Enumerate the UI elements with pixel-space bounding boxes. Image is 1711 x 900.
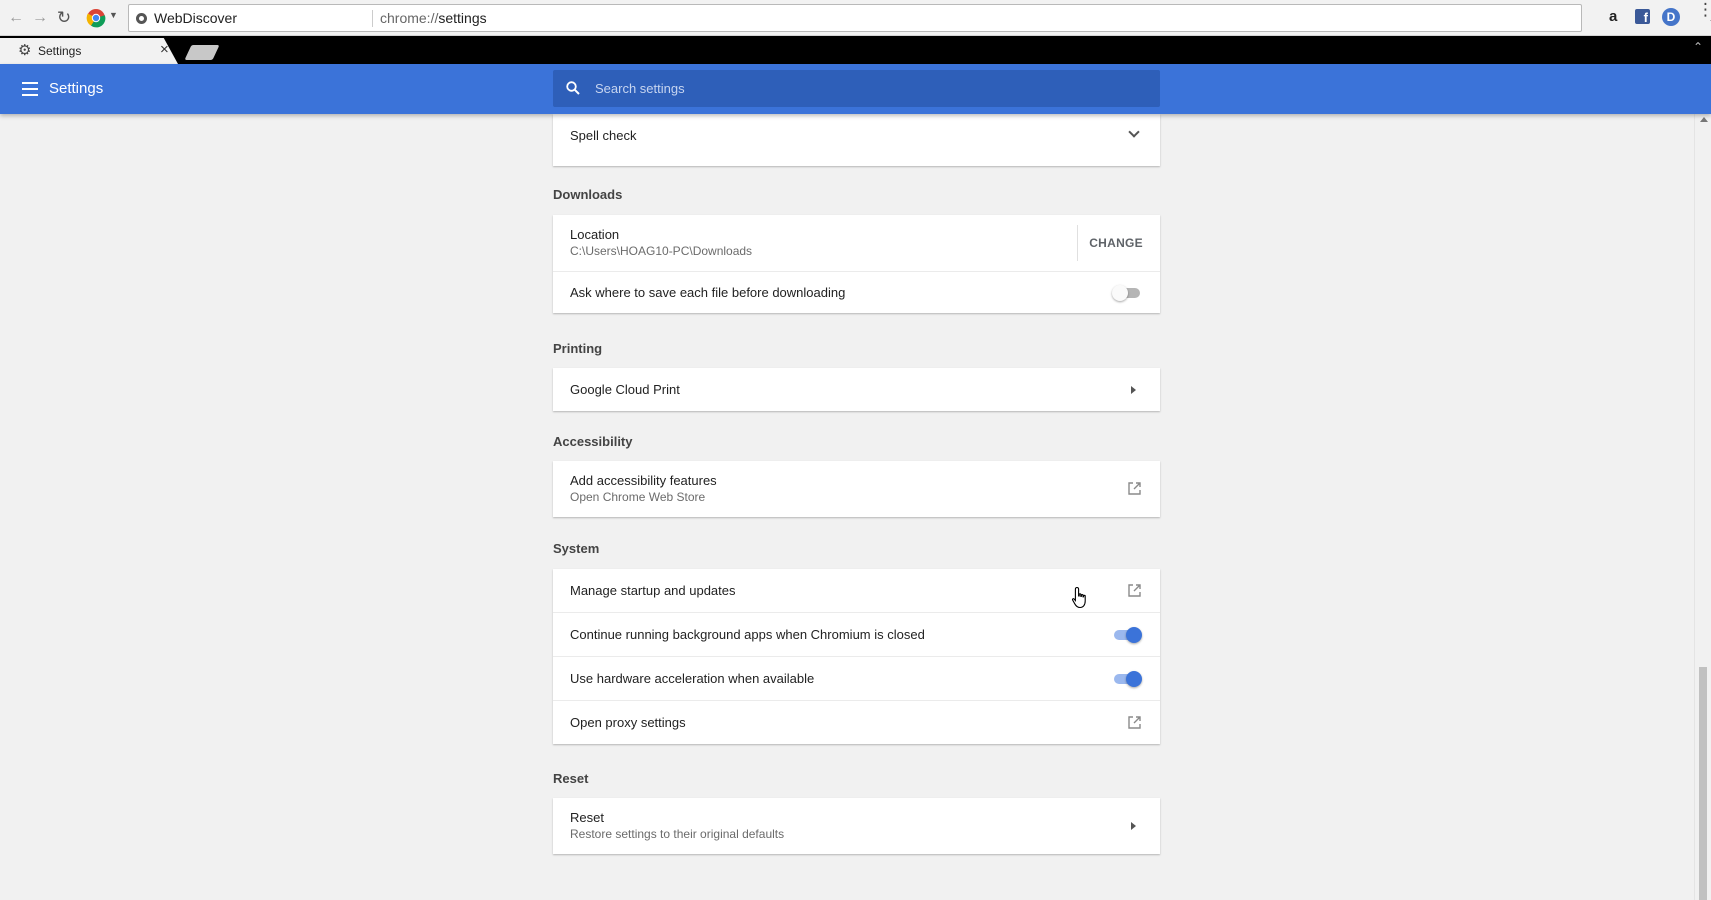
page-scrollbar[interactable]: [1694, 114, 1711, 900]
startup-label: Manage startup and updates: [570, 583, 736, 598]
proxy-row[interactable]: Open proxy settings: [553, 700, 1160, 744]
spellcheck-row[interactable]: Spell check: [553, 114, 1160, 166]
external-link-icon[interactable]: [1127, 583, 1142, 598]
background-apps-label: Continue running background apps when Ch…: [570, 627, 925, 642]
browser-menu-icon[interactable]: ⋮: [1697, 1, 1711, 18]
gear-icon: ⚙: [18, 42, 32, 59]
tab-strip: ⚙ Settings × ⌃: [0, 36, 1711, 64]
reset-section-title: Reset: [553, 771, 589, 786]
page-title: Settings: [49, 80, 104, 97]
add-accessibility-row[interactable]: Add accessibility features Open Chrome W…: [553, 461, 1160, 517]
facebook-extension-icon[interactable]: f: [1635, 9, 1650, 25]
location-row: Location C:\Users\HOAG10-PC\Downloads CH…: [553, 215, 1160, 271]
hand-cursor-icon: [1071, 586, 1086, 609]
site-info-icon[interactable]: [136, 13, 147, 24]
startup-row[interactable]: Manage startup and updates: [553, 569, 1160, 612]
system-section-title: System: [553, 541, 600, 556]
chrome-logo-icon[interactable]: [86, 8, 106, 28]
omnibox-divider: [372, 10, 373, 27]
hardware-acceleration-toggle[interactable]: [1112, 671, 1142, 687]
external-link-icon[interactable]: [1127, 715, 1142, 730]
reset-label: Reset: [570, 810, 604, 825]
printing-card: Google Cloud Print: [553, 368, 1160, 411]
tab-settings[interactable]: ⚙ Settings ×: [0, 38, 178, 64]
chevron-up-icon[interactable]: ⌃: [1693, 40, 1703, 54]
external-link-icon[interactable]: [1127, 481, 1142, 496]
url-scheme: chrome://: [380, 10, 439, 26]
arrow-right-icon: [1131, 822, 1136, 830]
chevron-down-icon[interactable]: [1128, 126, 1140, 138]
background-apps-row[interactable]: Continue running background apps when Ch…: [553, 612, 1160, 656]
downloads-card: Location C:\Users\HOAG10-PC\Downloads CH…: [553, 215, 1160, 313]
location-divider: [1077, 225, 1078, 261]
location-value: C:\Users\HOAG10-PC\Downloads: [570, 244, 753, 258]
add-accessibility-label: Add accessibility features: [570, 473, 717, 488]
arrow-right-icon: [1131, 386, 1136, 394]
background-apps-toggle[interactable]: [1112, 627, 1142, 643]
ask-download-label: Ask where to save each file before downl…: [570, 285, 846, 300]
settings-header: Settings: [0, 64, 1711, 114]
url-text[interactable]: chrome://settings: [380, 10, 487, 26]
location-label: Location: [570, 227, 620, 242]
reset-sub: Restore settings to their original defau…: [570, 827, 785, 841]
reload-icon[interactable]: ↻: [54, 8, 74, 28]
amazon-extension-icon[interactable]: a: [1609, 8, 1617, 25]
forward-arrow-icon[interactable]: →: [30, 8, 50, 28]
cloud-print-row[interactable]: Google Cloud Print: [553, 368, 1160, 411]
hardware-acceleration-label: Use hardware acceleration when available: [570, 671, 815, 686]
scrollbar-thumb[interactable]: [1699, 667, 1707, 900]
spellcheck-card: Spell check: [553, 114, 1160, 166]
chrome-menu-caret-icon[interactable]: ▼: [109, 10, 118, 20]
search-box[interactable]: [553, 70, 1160, 107]
system-card: Manage startup and updates Continue runn…: [553, 569, 1160, 744]
scroll-up-arrow-icon[interactable]: [1700, 117, 1708, 122]
proxy-label: Open proxy settings: [570, 715, 686, 730]
site-name: WebDiscover: [154, 10, 237, 26]
ask-download-toggle[interactable]: [1112, 285, 1142, 301]
new-tab-button[interactable]: [184, 45, 220, 60]
search-input[interactable]: [593, 70, 1143, 107]
cloud-print-label: Google Cloud Print: [570, 382, 680, 397]
accessibility-section-title: Accessibility: [553, 434, 633, 449]
search-icon: [566, 81, 580, 95]
reset-card: Reset Restore settings to their original…: [553, 798, 1160, 854]
url-path: settings: [438, 10, 487, 26]
accessibility-card: Add accessibility features Open Chrome W…: [553, 461, 1160, 517]
hamburger-menu-icon[interactable]: [22, 82, 38, 96]
tab-title: Settings: [38, 44, 82, 58]
back-arrow-icon[interactable]: ←: [6, 8, 26, 28]
settings-content: Spell check Downloads Location C:\Users\…: [0, 114, 1711, 900]
hardware-acceleration-row[interactable]: Use hardware acceleration when available: [553, 656, 1160, 700]
reset-row[interactable]: Reset Restore settings to their original…: [553, 798, 1160, 854]
change-location-button[interactable]: CHANGE: [1089, 236, 1143, 250]
add-accessibility-sub: Open Chrome Web Store: [570, 490, 706, 504]
address-bar[interactable]: WebDiscover chrome://settings ☆: [128, 4, 1711, 32]
browser-toolbar: ← → ↻ ▼ WebDiscover chrome://settings ☆ …: [0, 0, 1711, 36]
d-extension-icon[interactable]: D: [1662, 8, 1680, 26]
printing-section-title: Printing: [553, 341, 603, 356]
ask-download-row[interactable]: Ask where to save each file before downl…: [553, 271, 1160, 313]
close-tab-icon[interactable]: ×: [160, 41, 169, 58]
downloads-section-title: Downloads: [553, 187, 623, 202]
spellcheck-label: Spell check: [570, 128, 637, 143]
